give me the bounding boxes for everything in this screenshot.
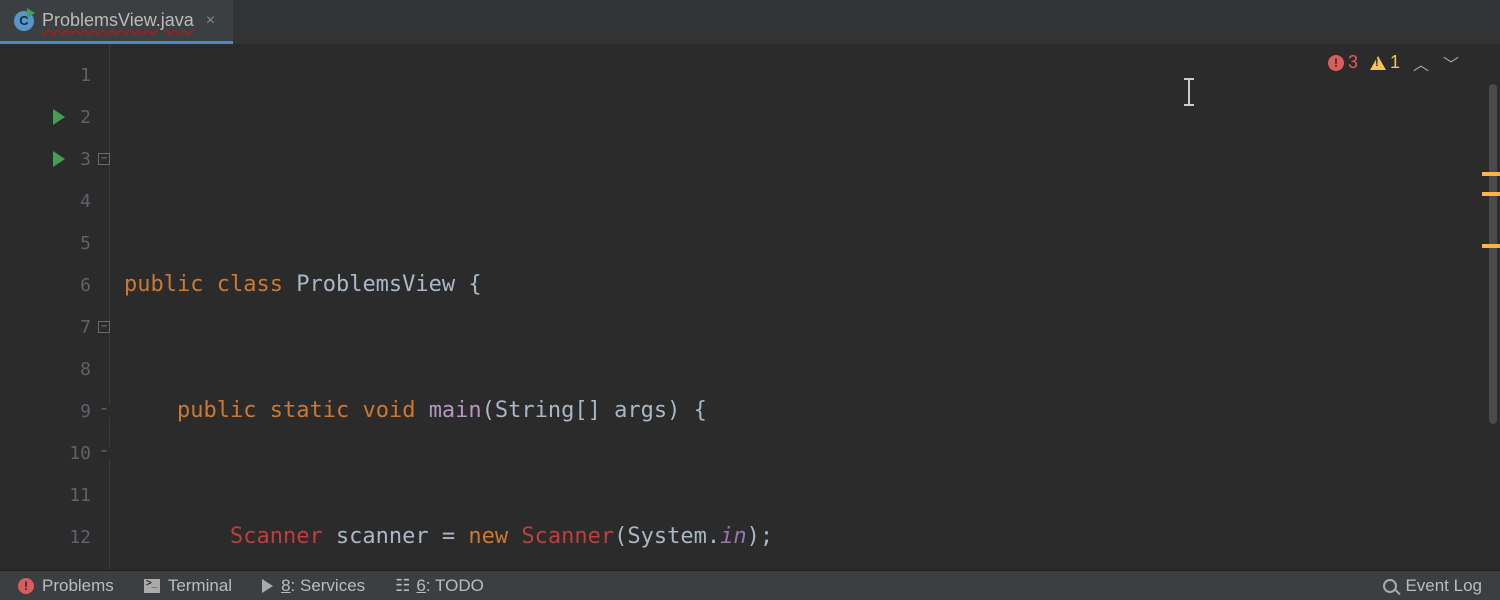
run-icon[interactable] bbox=[53, 151, 65, 167]
scrollbar-thumb[interactable] bbox=[1489, 84, 1497, 424]
editor: 1 2 3 4 5 6 7 8 9 10 11 12 public class … bbox=[0, 44, 1500, 570]
line-number: 8 bbox=[80, 359, 91, 380]
line-number: 9 bbox=[80, 401, 91, 422]
fold-icon[interactable] bbox=[98, 153, 110, 165]
line-number: 2 bbox=[80, 107, 91, 128]
error-badge[interactable]: ! 3 bbox=[1328, 52, 1358, 73]
line-number: 4 bbox=[80, 191, 91, 212]
error-stripe-mark[interactable] bbox=[1482, 172, 1500, 176]
search-icon bbox=[1383, 579, 1397, 593]
error-icon: ! bbox=[1328, 55, 1344, 71]
line-number: 11 bbox=[69, 485, 91, 506]
error-stripe[interactable] bbox=[1482, 44, 1500, 570]
chevron-down-icon[interactable]: ﹀ bbox=[1442, 54, 1460, 72]
tab-bar: C ProblemsView.java × bbox=[0, 0, 1500, 44]
fold-icon[interactable] bbox=[98, 321, 110, 333]
text-cursor-icon bbox=[1188, 78, 1190, 106]
fold-end-icon bbox=[98, 447, 110, 459]
code-area[interactable]: public class ProblemsView { public stati… bbox=[110, 44, 1500, 570]
run-icon[interactable] bbox=[53, 109, 65, 125]
line-number: 10 bbox=[69, 443, 91, 464]
chevron-up-icon[interactable]: ︿ bbox=[1412, 54, 1430, 72]
class-file-icon: C bbox=[14, 11, 34, 31]
tab-filename: ProblemsView.java bbox=[42, 10, 194, 31]
warning-icon bbox=[1370, 56, 1386, 70]
tool-label: Problems bbox=[42, 576, 114, 596]
line-number: 6 bbox=[80, 275, 91, 296]
line-number: 3 bbox=[80, 149, 91, 170]
tool-problems[interactable]: ! Problems bbox=[18, 576, 114, 596]
error-stripe-mark[interactable] bbox=[1482, 192, 1500, 196]
error-stripe-mark[interactable] bbox=[1482, 244, 1500, 248]
line-number: 12 bbox=[69, 527, 91, 548]
line-number: 5 bbox=[80, 233, 91, 254]
fold-end-icon bbox=[98, 405, 110, 417]
warning-badge[interactable]: 1 bbox=[1370, 52, 1400, 73]
close-icon[interactable]: × bbox=[202, 10, 219, 32]
error-count: 3 bbox=[1348, 52, 1358, 73]
terminal-icon bbox=[144, 579, 160, 593]
warning-count: 1 bbox=[1390, 52, 1400, 73]
line-number: 1 bbox=[80, 65, 91, 86]
line-number: 7 bbox=[80, 317, 91, 338]
error-icon: ! bbox=[18, 578, 34, 594]
inspection-summary[interactable]: ! 3 1 ︿ ﹀ bbox=[1328, 52, 1460, 73]
editor-tab-active[interactable]: C ProblemsView.java × bbox=[0, 0, 233, 44]
gutter: 1 2 3 4 5 6 7 8 9 10 11 12 bbox=[0, 44, 110, 570]
